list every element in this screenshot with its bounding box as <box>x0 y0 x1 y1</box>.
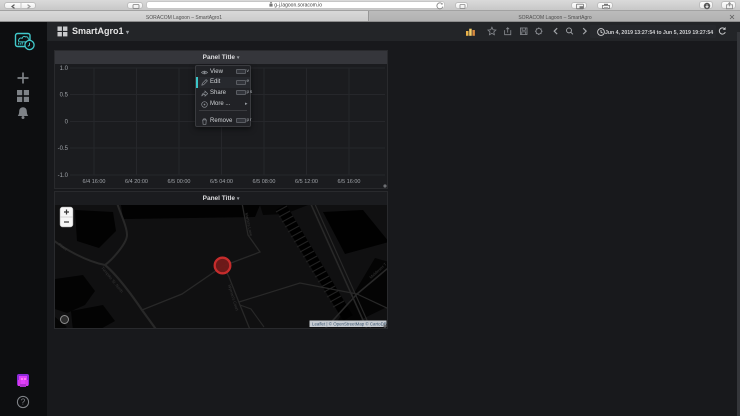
svg-text:6/5 00:00: 6/5 00:00 <box>168 179 191 185</box>
svg-text:6/5 12:00: 6/5 12:00 <box>295 179 318 185</box>
svg-text:-1.0: -1.0 <box>58 173 69 179</box>
svg-text:6/4 16:00: 6/4 16:00 <box>83 179 106 185</box>
svg-text:6/5 08:00: 6/5 08:00 <box>253 179 276 185</box>
svg-text:6/5 04:00: 6/5 04:00 <box>210 179 233 185</box>
svg-text:0: 0 <box>65 120 69 126</box>
svg-text:Leaflet | © OpenStreetMap © Ca: Leaflet | © OpenStreetMap © CartoDB <box>312 322 387 327</box>
svg-text:1.0: 1.0 <box>60 66 69 72</box>
svg-text:0.5: 0.5 <box>60 93 69 99</box>
svg-text:-0.5: -0.5 <box>58 146 69 152</box>
svg-text:6/4 20:00: 6/4 20:00 <box>125 179 148 185</box>
svg-text:?: ? <box>21 398 26 407</box>
svg-text:6/5 16:00: 6/5 16:00 <box>338 179 361 185</box>
